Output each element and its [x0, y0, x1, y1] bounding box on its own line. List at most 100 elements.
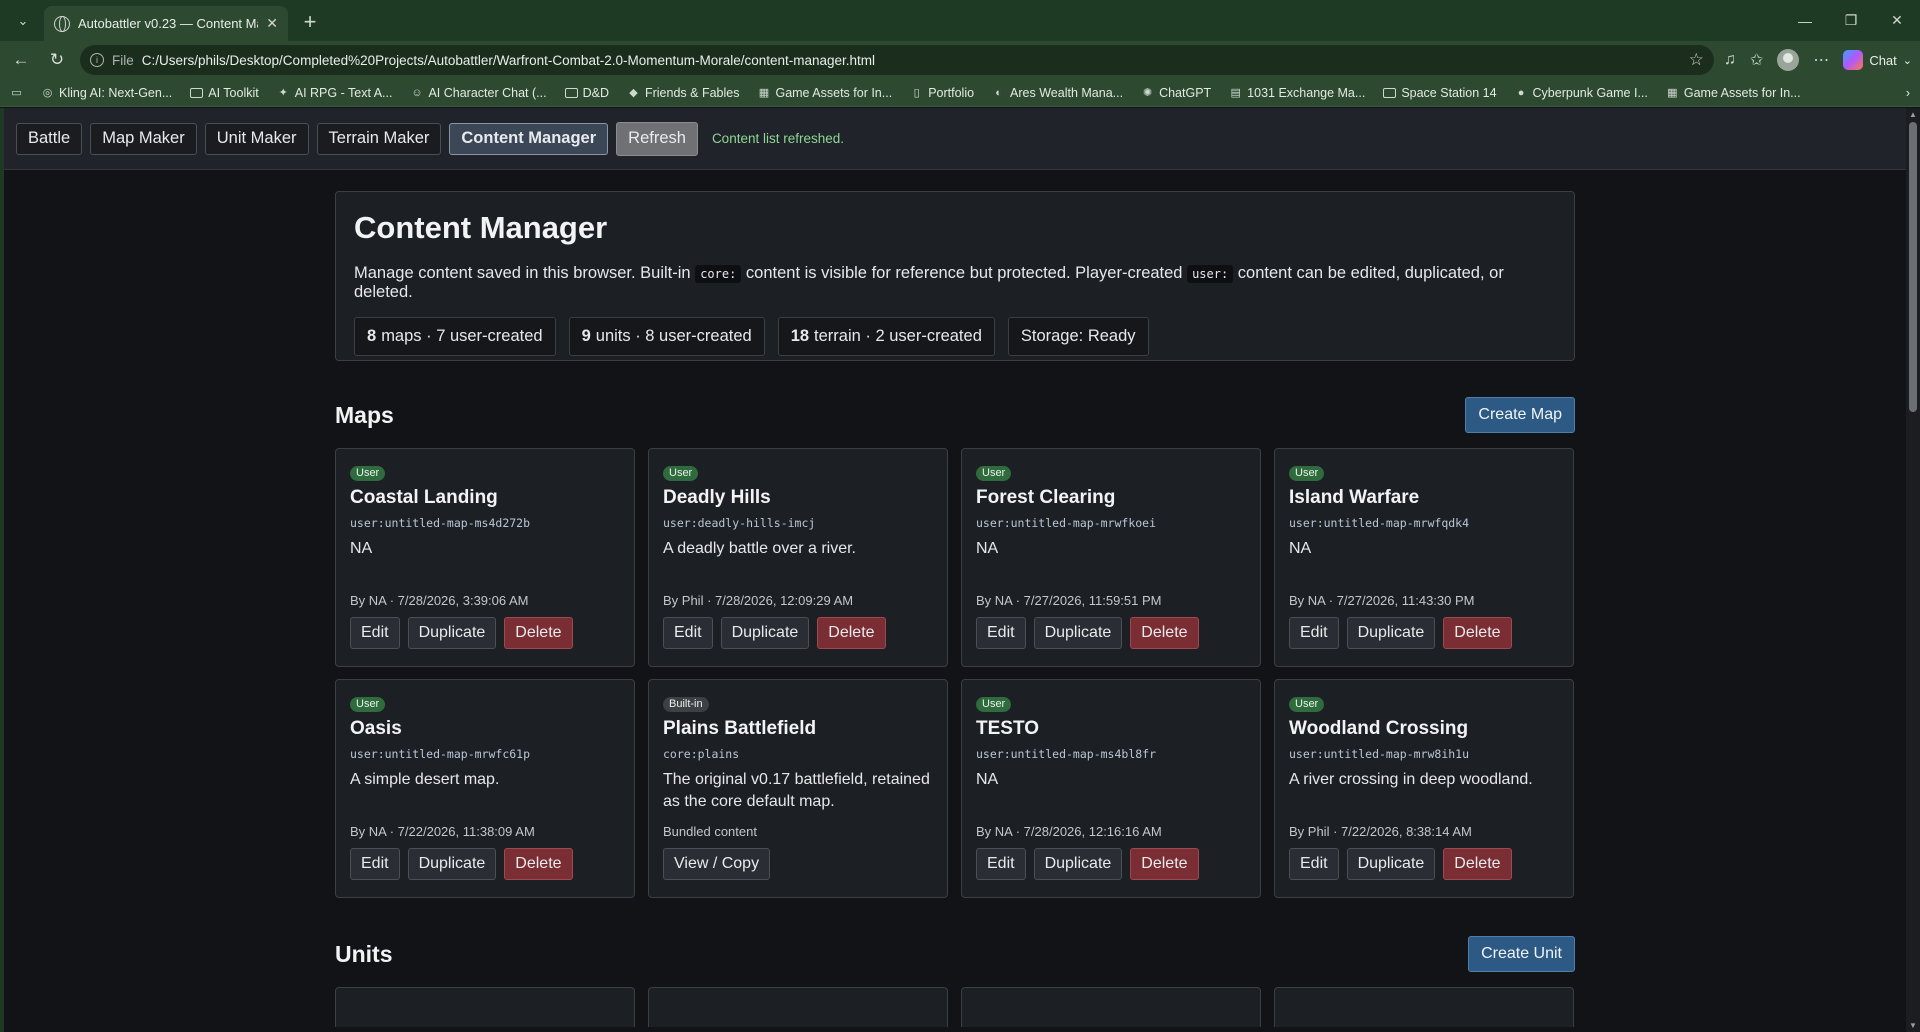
bookmark-item[interactable]: ▯ Portfolio: [910, 86, 974, 100]
unit-card: [335, 987, 635, 1027]
delete-button[interactable]: Delete: [1443, 617, 1512, 649]
bookmark-item[interactable]: ◆ Friends & Fables: [627, 86, 739, 100]
window-close-icon[interactable]: ✕: [1874, 0, 1920, 41]
source-badge: User: [350, 697, 386, 712]
url-text[interactable]: C:/Users/phils/Desktop/Completed%20Proje…: [142, 53, 1681, 68]
map-name: Coastal Landing: [350, 487, 498, 508]
restore-icon[interactable]: ❐: [1828, 0, 1874, 41]
map-meta: By Phil · 7/28/2026, 12:09:29 AM: [663, 593, 854, 608]
exchange-icon: ▤: [1230, 87, 1241, 99]
scrollbar-thumb[interactable]: [1909, 122, 1917, 412]
edit-button[interactable]: Edit: [976, 617, 1026, 649]
view-copy-button[interactable]: View / Copy: [663, 848, 771, 880]
duplicate-button[interactable]: Duplicate: [720, 617, 810, 649]
tab-title: Autobattler v0.23 — Content Manager: [78, 16, 258, 31]
map-card: User Coastal Landing user:untitled-map-ms4…: [335, 448, 635, 667]
bookmark-item[interactable]: ▤ 1031 Exchange Ma...: [1229, 86, 1365, 100]
map-id: user:deadly-hills-imcj: [663, 516, 816, 530]
minimize-icon[interactable]: —: [1782, 0, 1828, 41]
bookmarks-overflow-chevron-icon[interactable]: ›: [1906, 86, 1910, 100]
unit-card: [1274, 987, 1574, 1027]
bookmark-item[interactable]: AI Toolkit: [190, 86, 259, 100]
header-panel: Content Manager Manage content saved in …: [335, 191, 1575, 361]
address-bar[interactable]: i File C:/Users/phils/Desktop/Completed%…: [80, 45, 1714, 75]
duplicate-button[interactable]: Duplicate: [407, 617, 497, 649]
map-id: user:untitled-map-mrwfkoei: [976, 516, 1157, 530]
favorites-icon[interactable]: ✩: [1750, 50, 1763, 70]
edit-button[interactable]: Edit: [1289, 848, 1339, 880]
bookmark-label: Kling AI: Next-Gen...: [59, 85, 173, 100]
bookmark-item[interactable]: ☺ AI Character Chat (...: [410, 86, 546, 100]
tab-search-chevron-icon[interactable]: ⌄: [6, 4, 40, 38]
duplicate-button[interactable]: Duplicate: [1346, 848, 1436, 880]
more-menu-icon[interactable]: ⋯: [1813, 50, 1829, 70]
stat-count: 18: [790, 327, 810, 345]
delete-button[interactable]: Delete: [817, 617, 886, 649]
bookmark-label: AI Toolkit: [208, 85, 259, 100]
browser-tab[interactable]: Autobattler v0.23 — Content Manager ✕: [44, 6, 288, 41]
info-icon[interactable]: i: [90, 53, 104, 67]
edit-button[interactable]: Edit: [350, 848, 400, 880]
create-unit-button[interactable]: Create Unit: [1468, 936, 1575, 972]
refresh-button[interactable]: Refresh: [616, 121, 698, 156]
edit-button[interactable]: Edit: [1289, 617, 1339, 649]
duplicate-button[interactable]: Duplicate: [1033, 848, 1123, 880]
copilot-icon: [1843, 50, 1864, 70]
bookmark-item[interactable]: ◎ Kling AI: Next-Gen...: [41, 85, 173, 100]
unit-card: [961, 987, 1261, 1027]
edit-button[interactable]: Edit: [976, 848, 1026, 880]
bookmark-item[interactable]: ◐ Ares Wealth Mana...: [992, 86, 1123, 100]
bookmark-label: Cyberpunk Game I...: [1532, 85, 1648, 100]
card-actions: Edit Duplicate Delete: [1289, 848, 1512, 880]
app-nav-bar: Battle Map Maker Unit Maker Terrain Make…: [4, 108, 1920, 170]
delete-button[interactable]: Delete: [504, 848, 573, 880]
profile-avatar[interactable]: [1777, 49, 1800, 71]
bookmark-item[interactable]: ✦ AI RPG - Text A...: [277, 86, 393, 100]
nav-content-manager-button[interactable]: Content Manager: [449, 122, 609, 155]
map-card: User Island Warfare user:untitled-map-mrwf…: [1274, 448, 1574, 667]
bookmark-item[interactable]: ▦ Game Assets for In...: [1666, 86, 1800, 100]
new-tab-plus-icon[interactable]: +: [294, 6, 326, 38]
nav-unit-maker-button[interactable]: Unit Maker: [204, 122, 309, 155]
folder-icon: [190, 87, 204, 98]
user-prefix-code: user:: [1187, 265, 1234, 283]
edit-button[interactable]: Edit: [350, 617, 400, 649]
copilot-chat-button[interactable]: Chat ⌄: [1843, 50, 1912, 70]
back-arrow-icon[interactable]: ←: [8, 47, 34, 73]
scroll-down-icon[interactable]: ▼: [1909, 1021, 1917, 1030]
reload-icon[interactable]: ↻: [44, 47, 70, 73]
bookmark-item[interactable]: ● Cyberpunk Game I...: [1515, 86, 1648, 100]
nav-battle-button[interactable]: Battle: [16, 122, 83, 155]
duplicate-button[interactable]: Duplicate: [1033, 617, 1123, 649]
delete-button[interactable]: Delete: [1130, 848, 1199, 880]
nav-terrain-maker-button[interactable]: Terrain Maker: [316, 122, 442, 155]
favorite-star-icon[interactable]: ☆: [1689, 50, 1704, 70]
scroll-up-icon[interactable]: ▲: [1909, 110, 1917, 119]
page-title: Content Manager: [354, 210, 608, 245]
delete-button[interactable]: Delete: [504, 617, 573, 649]
duplicate-button[interactable]: Duplicate: [1346, 617, 1436, 649]
source-badge: User: [350, 466, 386, 481]
read-aloud-icon[interactable]: ♫: [1724, 51, 1736, 69]
bookmarks-toggle-icon[interactable]: ▭: [10, 86, 23, 99]
nav-map-maker-button[interactable]: Map Maker: [90, 122, 197, 155]
duplicate-button[interactable]: Duplicate: [407, 848, 497, 880]
bookmark-label: Friends & Fables: [644, 85, 740, 100]
card-actions: View / Copy: [663, 848, 771, 880]
bookmark-item[interactable]: ✺ ChatGPT: [1141, 86, 1211, 100]
bookmark-item[interactable]: D&D: [564, 86, 609, 100]
tab-close-icon[interactable]: ✕: [266, 15, 278, 32]
desc-part-1: Manage content saved in this browser. Bu…: [354, 264, 691, 282]
create-map-button[interactable]: Create Map: [1465, 397, 1575, 433]
stat-storage: Storage: Ready: [1007, 317, 1149, 356]
edit-button[interactable]: Edit: [663, 617, 713, 649]
delete-button[interactable]: Delete: [1130, 617, 1199, 649]
page-description: Manage content saved in this browser. Bu…: [354, 264, 1556, 302]
delete-button[interactable]: Delete: [1443, 848, 1512, 880]
page-scrollbar[interactable]: ▲ ▼: [1906, 108, 1920, 1032]
bookmark-item[interactable]: Space Station 14: [1383, 86, 1497, 100]
globe-icon: [54, 15, 70, 32]
map-id: user:untitled-map-ms4d272b: [350, 516, 531, 530]
bookmark-item[interactable]: ▦ Game Assets for In...: [757, 86, 892, 100]
rpg-icon: ✦: [278, 87, 288, 99]
